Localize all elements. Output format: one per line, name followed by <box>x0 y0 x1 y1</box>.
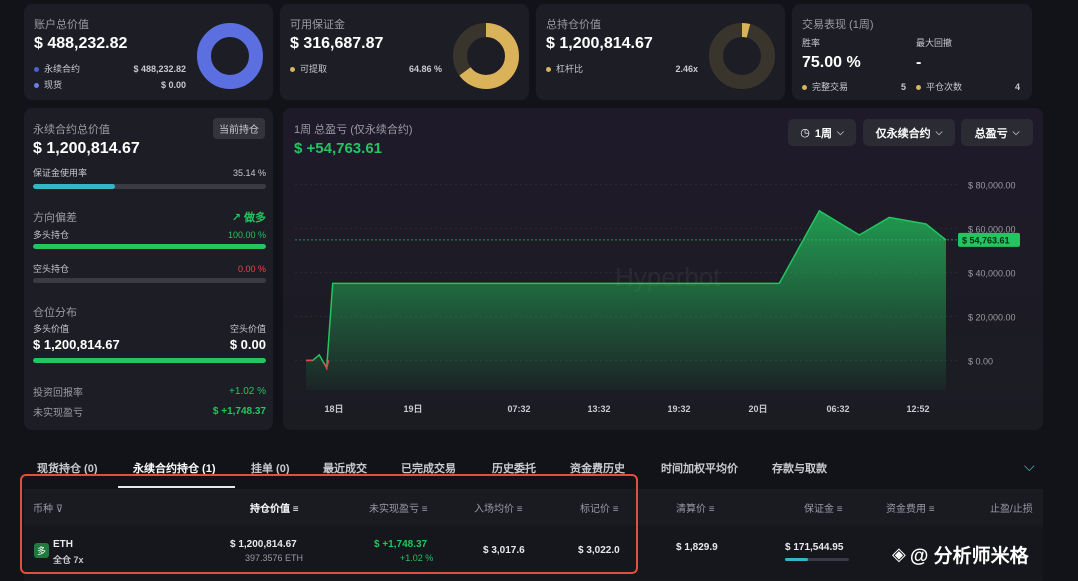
sort-icon: ≡ <box>928 504 935 515</box>
col-mark-label: 标记价 <box>580 504 610 515</box>
col-tpsl-label: 止盈/止损 <box>990 504 1033 515</box>
row-upnl-pct: +1.02 % <box>400 553 434 563</box>
col-tpsl[interactable]: 止盈/止损 <box>990 500 1033 515</box>
expand-chevron-icon[interactable]: ⌵ <box>1024 458 1035 475</box>
col-position-value-label: 持仓价值 <box>250 504 290 515</box>
position-value: $ 1,200,814.67 <box>230 539 297 550</box>
col-liq-label: 清算价 <box>676 504 706 515</box>
col-margin-label: 保证金 <box>804 504 834 515</box>
tab-1[interactable]: 永续合约持仓 (1) <box>133 460 216 476</box>
sort-icon: ≡ <box>516 504 523 515</box>
watermark: ◈ @ 分析师米格 <box>892 541 1029 568</box>
tab-7[interactable]: 时间加权平均价 <box>661 460 738 476</box>
pnl-chart: $ 0.00$ 20,000.00$ 40,000.00$ 60,000.00$… <box>295 180 1020 414</box>
tab-8[interactable]: 存款与取款 <box>772 460 827 476</box>
x-tick-label: 12:52 <box>906 404 929 414</box>
sort-icon: ≡ <box>708 504 715 515</box>
pnl-area <box>306 210 946 390</box>
sort-icon: ≡ <box>421 504 428 515</box>
y-tick-label: $ 60,000.00 <box>968 224 1016 234</box>
y-tick-label: $ 20,000.00 <box>968 312 1016 322</box>
col-mark[interactable]: 标记价 ≡ <box>580 500 619 515</box>
col-coin[interactable]: 币种 ⊽ <box>33 500 63 515</box>
x-tick-label: 19日 <box>403 404 422 414</box>
sort-icon: ≡ <box>292 504 299 515</box>
col-funding-label: 资金费用 <box>886 504 926 515</box>
logo-icon: ◈ <box>892 544 906 564</box>
y-tick-label: $ 40,000.00 <box>968 268 1016 278</box>
col-coin-label: 币种 <box>33 504 53 515</box>
col-position-value[interactable]: 持仓价值 ≡ <box>250 500 299 515</box>
col-entry-label: 入场均价 <box>474 504 514 515</box>
col-upnl-label: 未实现盈亏 <box>369 504 419 515</box>
col-upnl[interactable]: 未实现盈亏 ≡ <box>369 500 428 515</box>
tab-3[interactable]: 最近成交 <box>323 460 367 476</box>
active-tab-underline <box>118 486 235 488</box>
margin-mode: 全仓 7x <box>53 555 84 565</box>
filter-icon[interactable]: ⊽ <box>56 504 63 515</box>
col-liq[interactable]: 清算价 ≡ <box>676 500 715 515</box>
x-tick-label: 18日 <box>324 404 343 414</box>
col-margin[interactable]: 保证金 ≡ <box>804 500 843 515</box>
x-tick-label: 20日 <box>748 404 767 414</box>
tab-2[interactable]: 挂单 (0) <box>251 460 290 476</box>
y-tick-label: $ 0.00 <box>968 356 993 366</box>
margin-mini-bar <box>785 558 849 561</box>
long-badge: 多 <box>34 543 49 558</box>
current-value-label: $ 54,763.61 <box>962 235 1010 245</box>
tab-6[interactable]: 资金费历史 <box>570 460 625 476</box>
table-row[interactable] <box>24 527 1043 579</box>
tab-0[interactable]: 现货持仓 (0) <box>37 460 98 476</box>
col-funding[interactable]: 资金费用 ≡ <box>886 500 935 515</box>
mark-price: $ 3,022.0 <box>578 545 620 556</box>
position-size: 397.3576 ETH <box>245 553 304 563</box>
x-tick-label: 19:32 <box>667 404 690 414</box>
liq-price: $ 1,829.9 <box>676 542 718 553</box>
tab-4[interactable]: 已完成交易 <box>401 460 456 476</box>
entry-price: $ 3,017.6 <box>483 545 525 556</box>
x-tick-label: 06:32 <box>826 404 849 414</box>
coin-name[interactable]: ETH <box>53 539 73 550</box>
y-tick-label: $ 80,000.00 <box>968 180 1016 190</box>
tab-5[interactable]: 历史委托 <box>492 460 536 476</box>
watermark-text: @ 分析师米格 <box>909 546 1029 567</box>
x-tick-label: 13:32 <box>587 404 610 414</box>
sort-icon: ≡ <box>836 504 843 515</box>
row-margin: $ 171,544.95 <box>785 542 844 553</box>
sort-icon: ≡ <box>612 504 619 515</box>
col-entry[interactable]: 入场均价 ≡ <box>474 500 523 515</box>
x-tick-label: 07:32 <box>507 404 530 414</box>
row-upnl: $ +1,748.37 <box>374 539 428 550</box>
